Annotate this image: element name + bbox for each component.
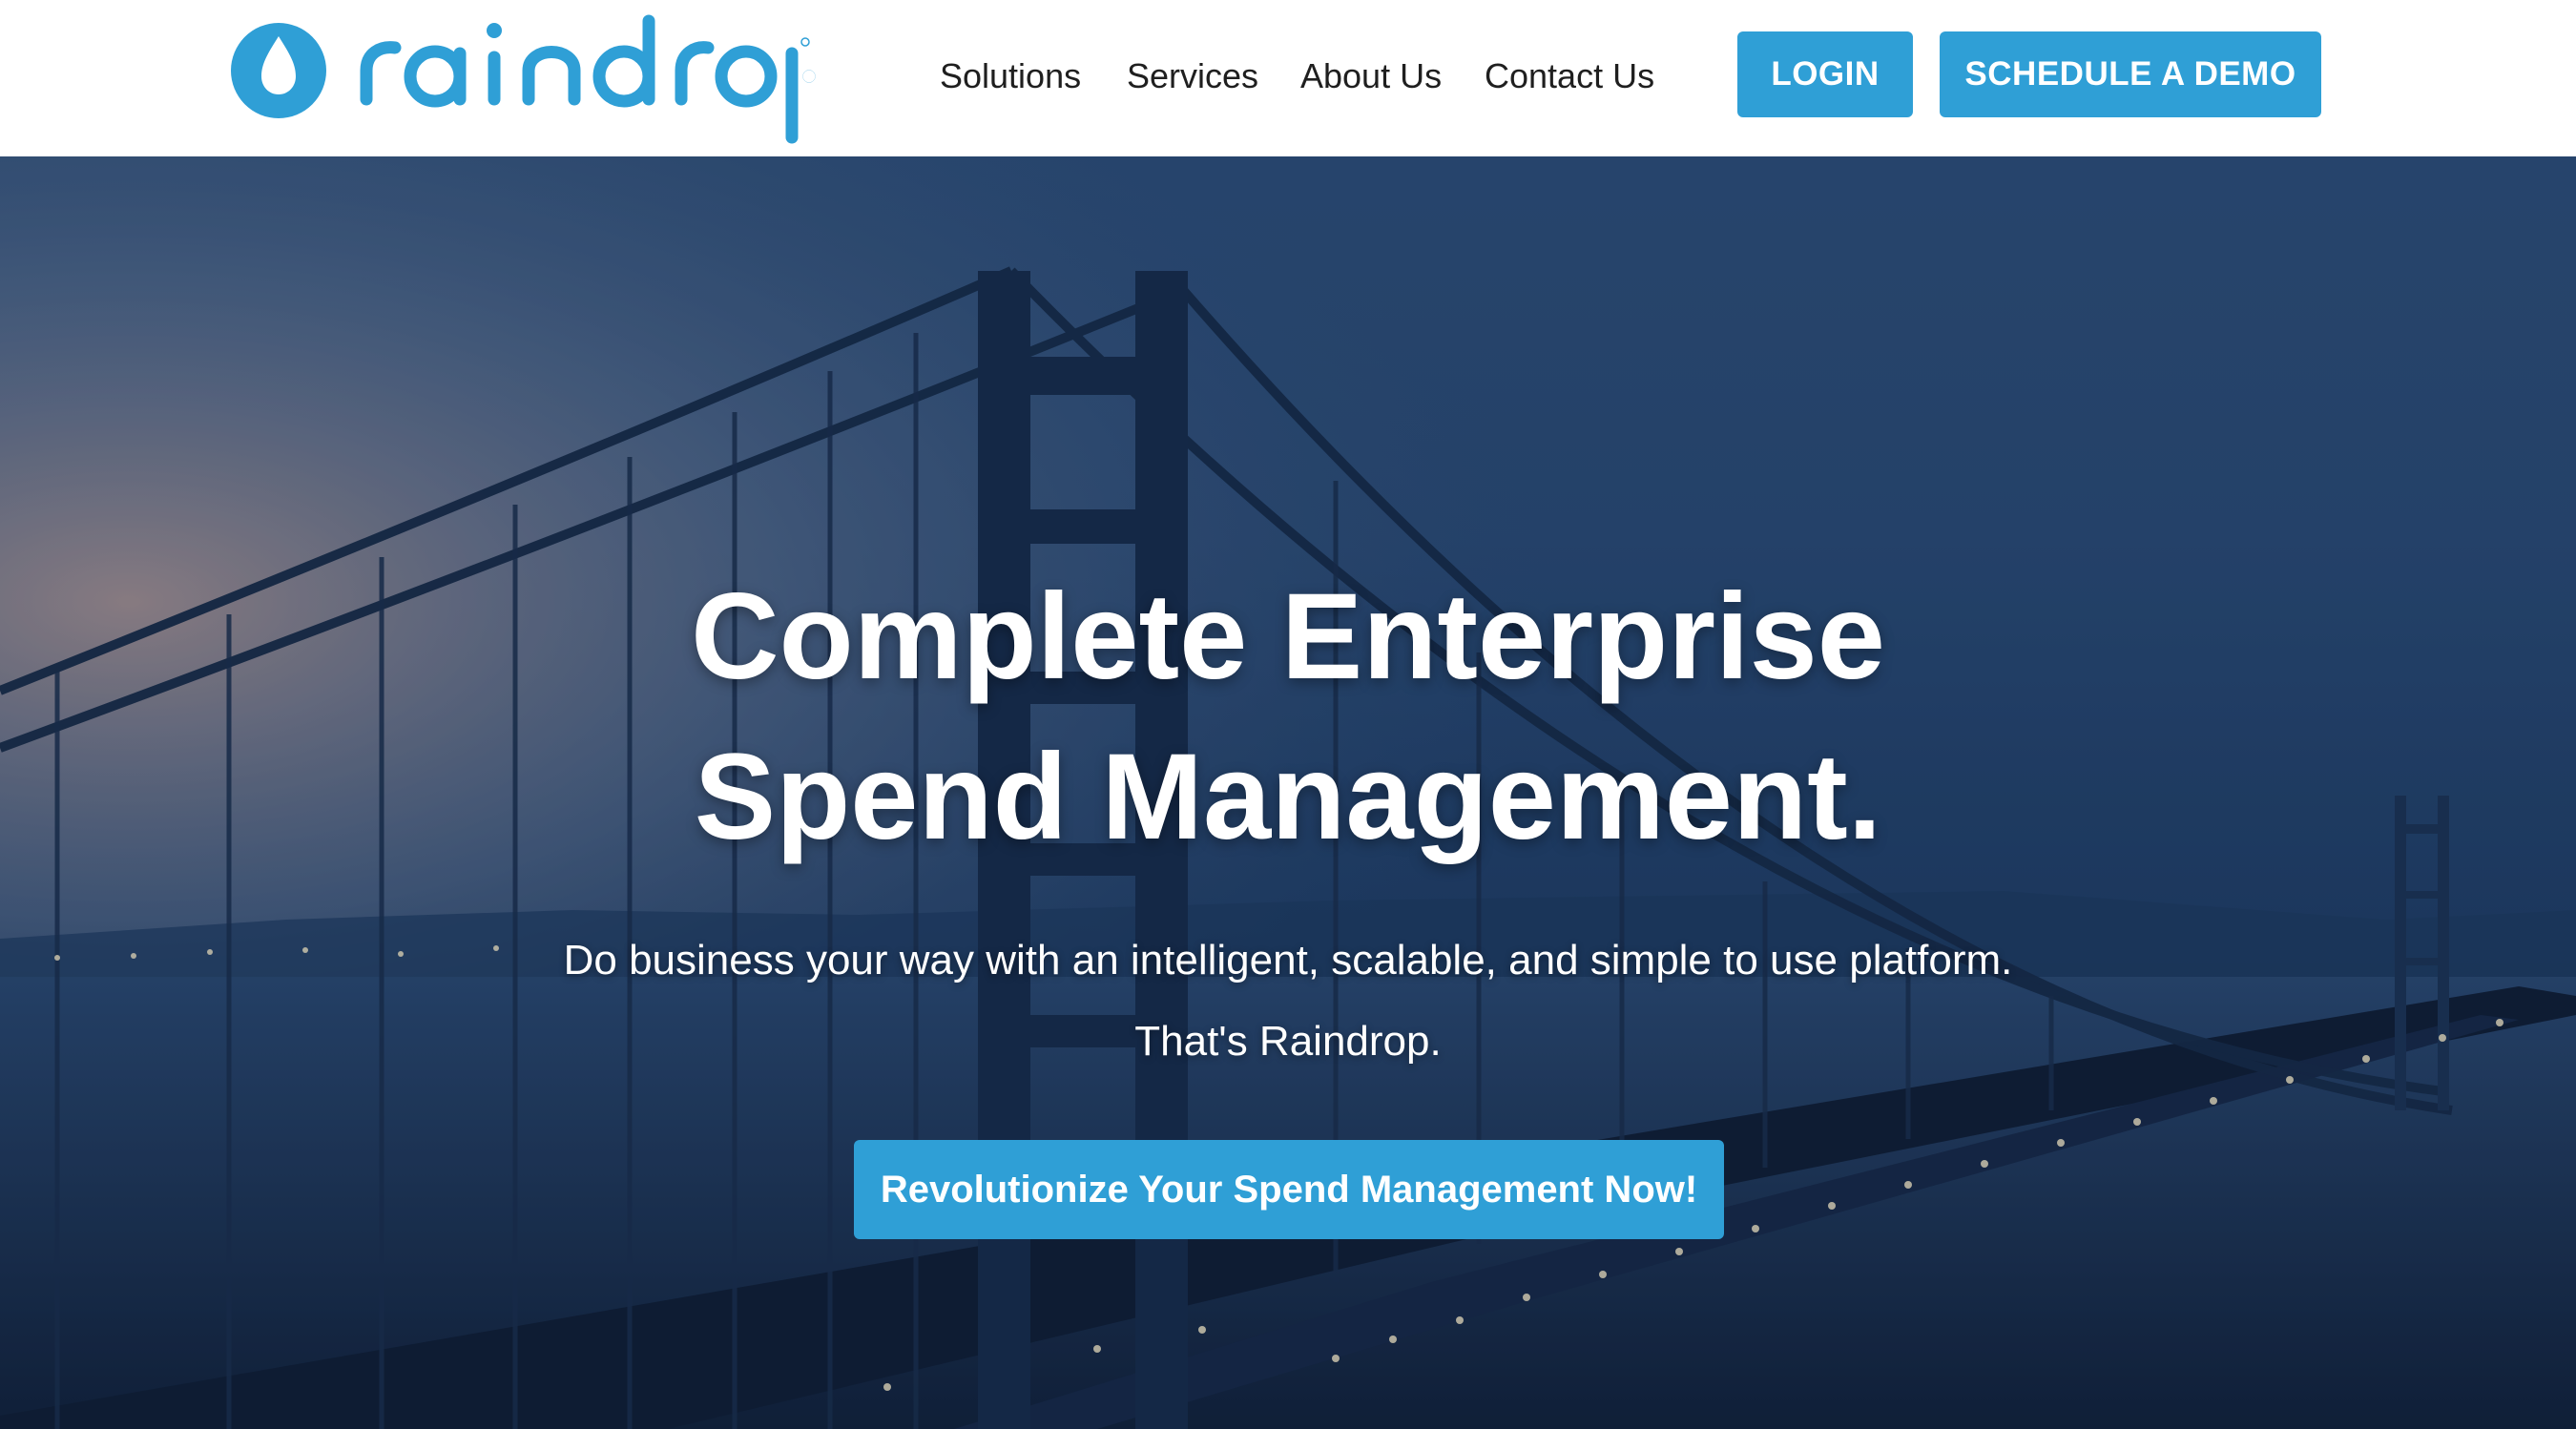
hero-subtitle: Do business your way with an intelligent… [0, 920, 2576, 1082]
nav-contact-us[interactable]: Contact Us [1485, 50, 1654, 103]
revolutionize-cta-button[interactable]: Revolutionize Your Spend Management Now! [854, 1140, 1724, 1239]
login-button[interactable]: LOGIN [1737, 31, 1913, 117]
hero-section: Complete Enterprise Spend Management. Do… [0, 156, 2576, 1429]
nav-solutions[interactable]: Solutions [940, 50, 1081, 103]
hero-title: Complete Enterprise Spend Management. [0, 557, 2576, 878]
schedule-demo-button[interactable]: SCHEDULE A DEMO [1940, 31, 2321, 117]
hero-subtitle-line-2: That's Raindrop. [1134, 1018, 1442, 1065]
site-header: Solutions Services About Us Contact Us L… [0, 0, 2576, 156]
nav-about-us[interactable]: About Us [1300, 50, 1442, 103]
hero-title-line-1: Complete Enterprise [691, 569, 1885, 705]
hero-title-line-2: Spend Management. [694, 729, 1882, 865]
hero-subtitle-line-1: Do business your way with an intelligent… [563, 937, 2013, 984]
nav-services[interactable]: Services [1127, 50, 1258, 103]
